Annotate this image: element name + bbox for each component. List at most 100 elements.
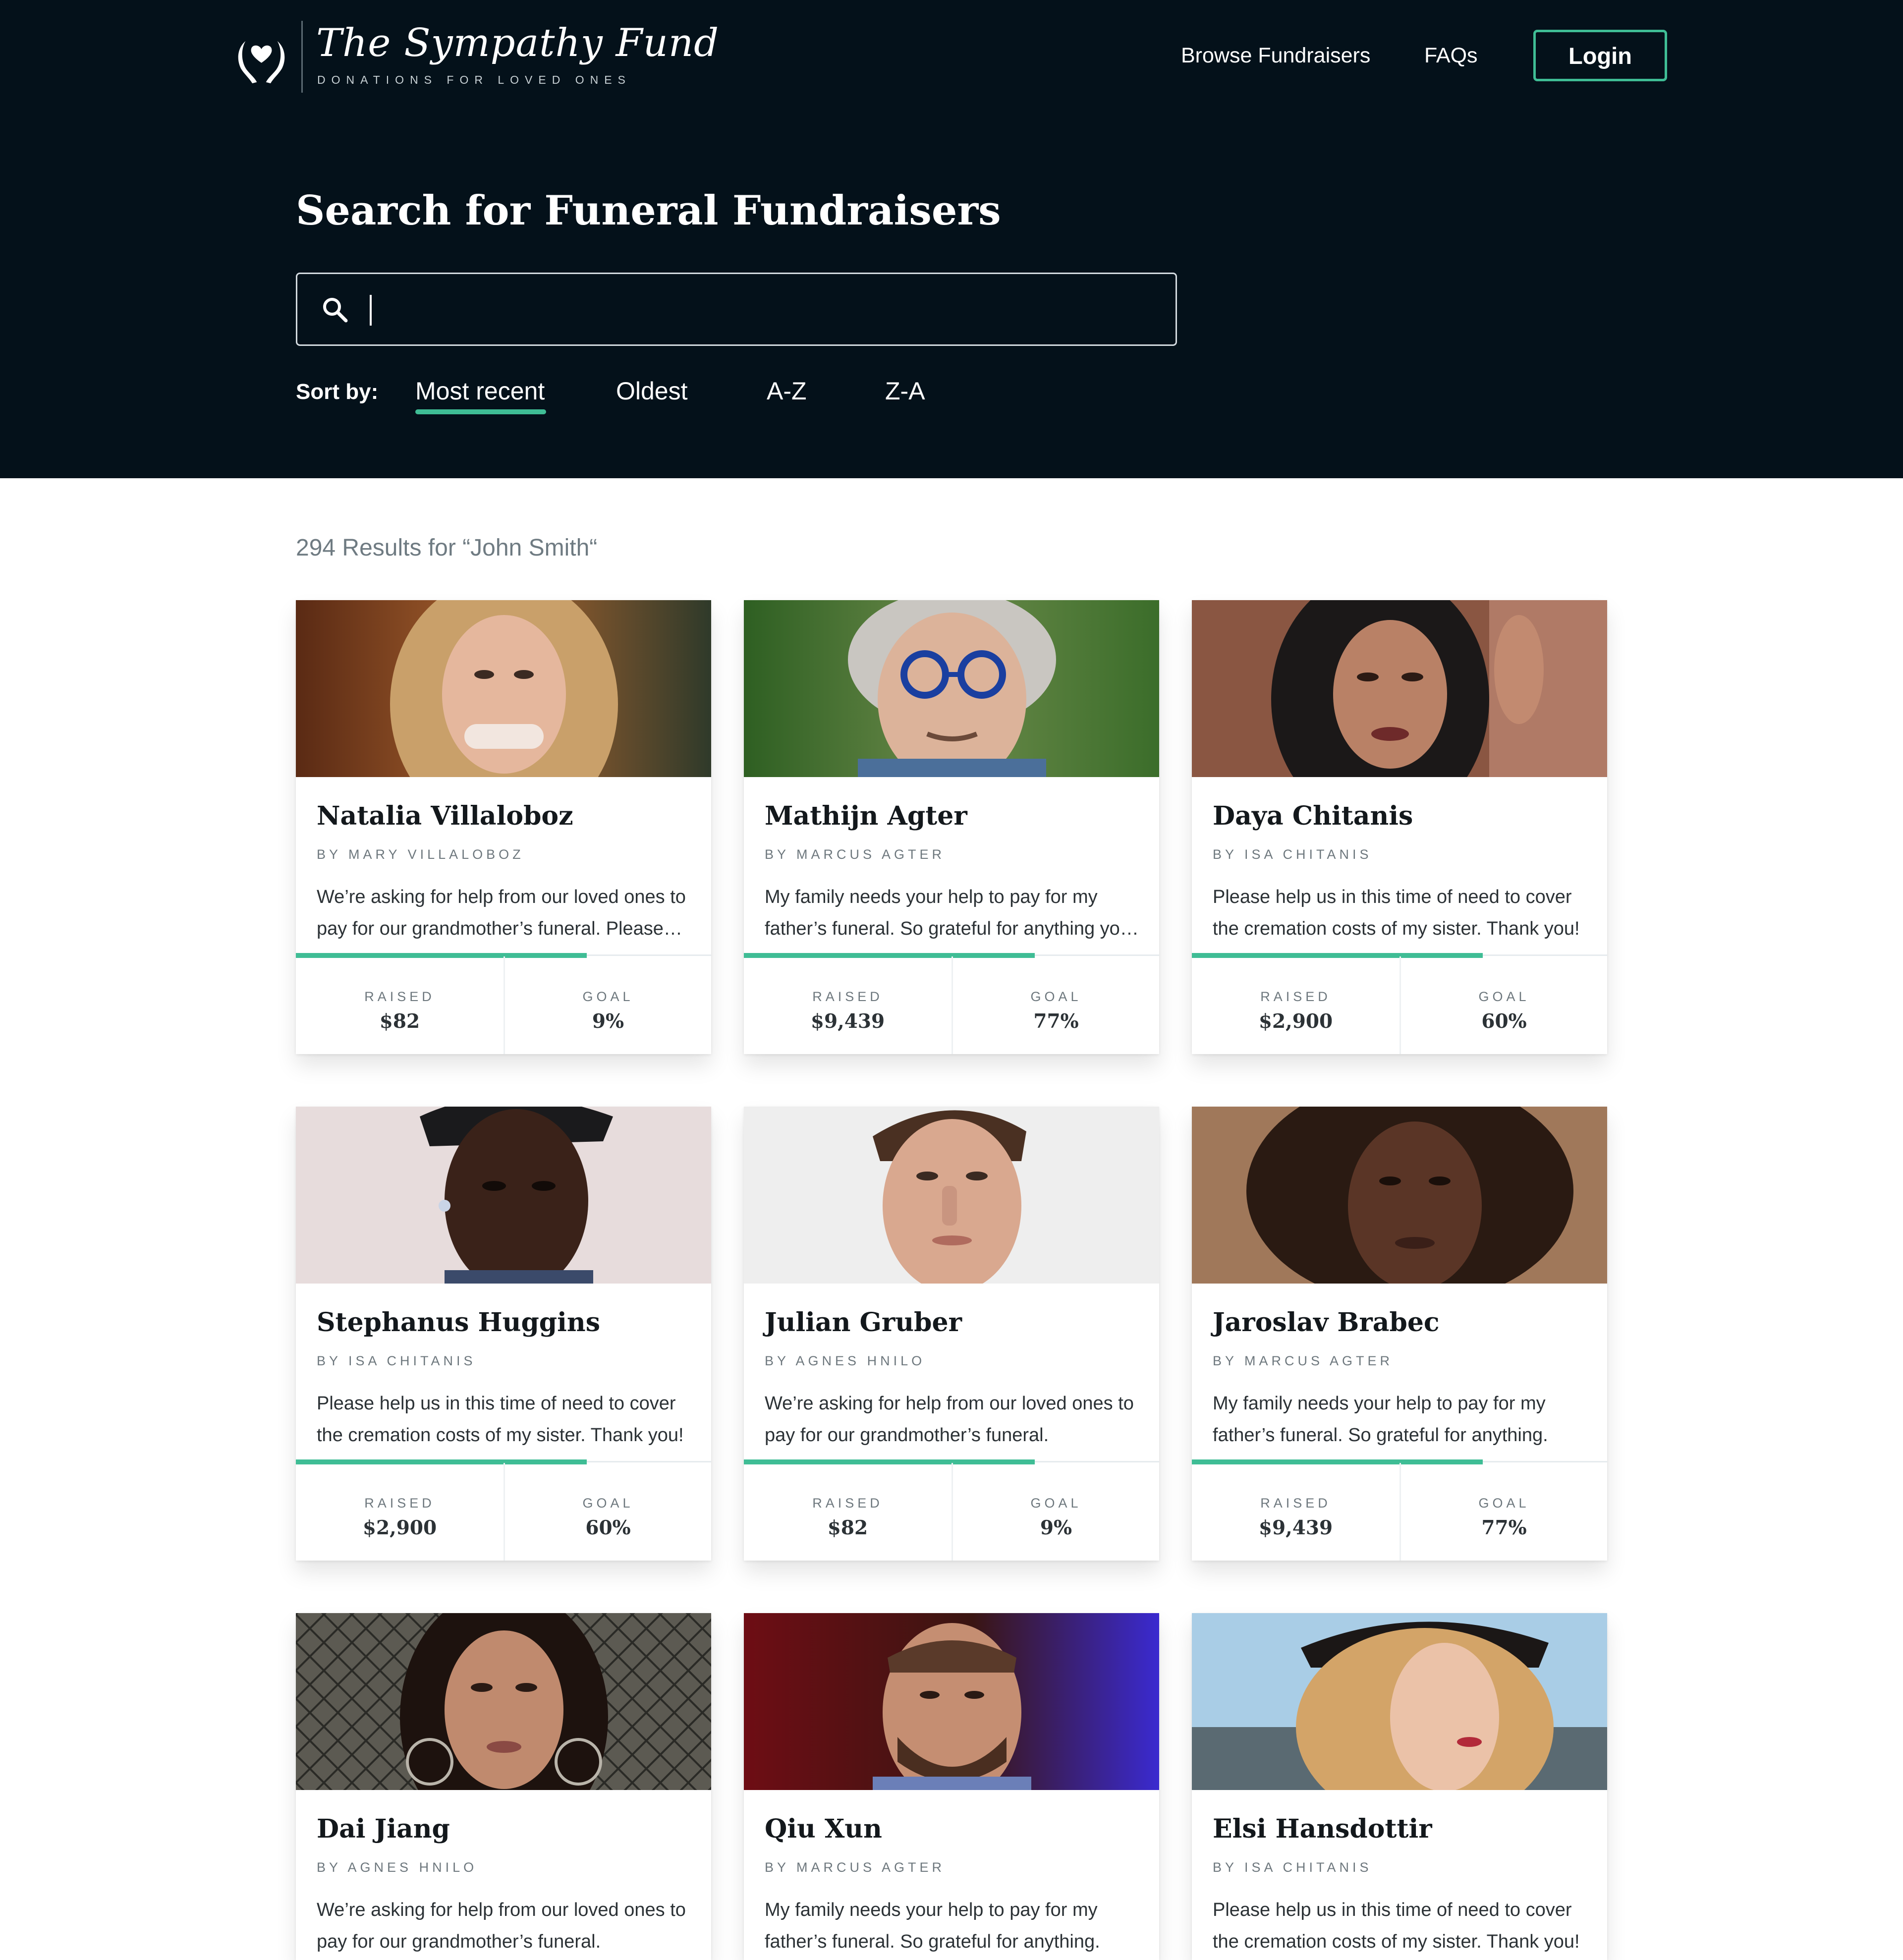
raised-stat: RAISED $82 xyxy=(296,956,504,1054)
sort-oldest[interactable]: Oldest xyxy=(616,377,688,405)
fundraiser-name[interactable]: Mathijn Agter xyxy=(765,801,967,831)
fundraiser-name[interactable]: Daya Chitanis xyxy=(1213,801,1413,831)
raised-label: RAISED xyxy=(364,1496,435,1511)
goal-label: GOAL xyxy=(582,989,634,1004)
raised-value: $9,439 xyxy=(1258,1516,1333,1539)
progress-bar xyxy=(296,1459,711,1464)
fundraiser-photo[interactable] xyxy=(1192,1613,1607,1790)
goal-stat: GOAL 9% xyxy=(952,1463,1159,1561)
fundraiser-description: Please help us in this time of need to c… xyxy=(1213,1900,1580,1952)
logo-divider xyxy=(301,21,303,93)
fundraiser-description: Please help us in this time of need to c… xyxy=(1213,887,1580,939)
progress-bar xyxy=(744,1459,1159,1464)
progress-bar xyxy=(1192,953,1607,958)
goal-value: 77% xyxy=(1481,1516,1527,1539)
raised-stat: RAISED $82 xyxy=(744,1463,952,1561)
raised-stat: RAISED $9,439 xyxy=(744,956,952,1054)
fundraiser-card[interactable]: Julian Gruber BY AGNES HNILO We’re askin… xyxy=(744,1107,1159,1561)
fundraiser-name[interactable]: Dai Jiang xyxy=(317,1814,450,1844)
raised-label: RAISED xyxy=(364,989,435,1004)
fundraiser-card[interactable]: Qiu Xun BY MARCUS AGTER My family needs … xyxy=(744,1613,1159,1960)
fundraiser-stats: RAISED $82 GOAL 9% xyxy=(296,956,711,1054)
raised-label: RAISED xyxy=(812,1496,883,1511)
raised-stat: RAISED $9,439 xyxy=(1192,1463,1399,1561)
raised-stat: RAISED $2,900 xyxy=(1192,956,1399,1054)
page-title: Search for Funeral Fundraisers xyxy=(296,187,1001,234)
fundraiser-organizer: BY MARCUS AGTER xyxy=(1213,1353,1394,1368)
raised-label: RAISED xyxy=(1260,989,1331,1004)
text-caret xyxy=(370,295,372,326)
fundraiser-stats: RAISED $2,900 GOAL 60% xyxy=(296,1463,711,1561)
nav-browse-fundraisers[interactable]: Browse Fundraisers xyxy=(1181,44,1370,68)
fundraiser-name[interactable]: Julian Gruber xyxy=(765,1307,962,1338)
fundraiser-photo[interactable] xyxy=(744,600,1159,777)
fundraiser-stats: RAISED $9,439 GOAL 77% xyxy=(1192,1463,1607,1561)
raised-stat: RAISED $2,900 xyxy=(296,1463,504,1561)
fundraiser-organizer: BY ISA CHITANIS xyxy=(317,1353,476,1368)
search-box[interactable] xyxy=(296,273,1177,346)
fundraiser-organizer: BY MARY VILLALOBOZ xyxy=(317,847,524,862)
fundraiser-stats: RAISED $9,439 GOAL 77% xyxy=(744,956,1159,1054)
goal-value: 9% xyxy=(1040,1516,1072,1539)
fundraiser-name[interactable]: Elsi Hansdottir xyxy=(1213,1814,1432,1844)
fundraiser-card[interactable]: Daya Chitanis BY ISA CHITANIS Please hel… xyxy=(1192,600,1607,1054)
fundraiser-card[interactable]: Dai Jiang BY AGNES HNILO We’re asking fo… xyxy=(296,1613,711,1960)
fundraiser-description: My family needs your help to pay for my … xyxy=(765,1900,1100,1952)
goal-label: GOAL xyxy=(582,1496,634,1511)
fundraiser-card[interactable]: Mathijn Agter BY MARCUS AGTER My family … xyxy=(744,600,1159,1054)
goal-value: 77% xyxy=(1033,1010,1079,1033)
search-icon xyxy=(323,298,348,323)
sort-a-z[interactable]: A-Z xyxy=(767,377,807,405)
fundraiser-organizer: BY MARCUS AGTER xyxy=(765,1860,946,1875)
fundraiser-description: We’re asking for help from our loved one… xyxy=(765,1393,1134,1446)
goal-stat: GOAL 60% xyxy=(504,1463,711,1561)
fundraiser-photo[interactable] xyxy=(744,1107,1159,1284)
brand-logo[interactable]: The Sympathy Fund DONATIONS FOR LOVED ON… xyxy=(233,21,719,93)
raised-label: RAISED xyxy=(812,989,883,1004)
fundraiser-name[interactable]: Jaroslav Brabec xyxy=(1213,1307,1440,1338)
goal-label: GOAL xyxy=(1478,989,1530,1004)
brand-tagline: DONATIONS FOR LOVED ONES xyxy=(317,73,631,86)
fundraiser-description: My family needs your help to pay for my … xyxy=(1213,1393,1548,1446)
raised-value: $2,900 xyxy=(362,1516,437,1539)
sort-active-indicator xyxy=(415,409,546,414)
fundraiser-description: Please help us in this time of need to c… xyxy=(317,1393,684,1446)
fundraiser-stats: RAISED $82 GOAL 9% xyxy=(744,1463,1159,1561)
fundraiser-photo[interactable] xyxy=(296,1613,711,1790)
nav-faqs[interactable]: FAQs xyxy=(1424,44,1478,68)
fundraiser-organizer: BY ISA CHITANIS xyxy=(1213,1860,1372,1875)
sort-label: Sort by: xyxy=(296,380,379,404)
fundraiser-photo[interactable] xyxy=(296,600,711,777)
fundraiser-description: We’re asking for help from our loved one… xyxy=(317,887,686,939)
fundraiser-card[interactable]: Elsi Hansdottir BY ISA CHITANIS Please h… xyxy=(1192,1613,1607,1960)
progress-bar xyxy=(1192,1459,1607,1464)
login-button[interactable]: Login xyxy=(1533,30,1667,81)
header: The Sympathy Fund DONATIONS FOR LOVED ON… xyxy=(0,0,1903,478)
fundraiser-name[interactable]: Natalia Villaloboz xyxy=(317,801,573,831)
goal-stat: GOAL 60% xyxy=(1399,956,1607,1054)
raised-value: $2,900 xyxy=(1258,1010,1333,1033)
goal-stat: GOAL 77% xyxy=(1399,1463,1607,1561)
fundraiser-card[interactable]: Stephanus Huggins BY ISA CHITANIS Please… xyxy=(296,1107,711,1561)
results-summary: 294 Results for “John Smith“ xyxy=(296,535,598,561)
fundraiser-organizer: BY ISA CHITANIS xyxy=(1213,847,1372,862)
goal-value: 60% xyxy=(1481,1010,1527,1033)
fundraiser-organizer: BY AGNES HNILO xyxy=(765,1353,926,1368)
fundraiser-photo[interactable] xyxy=(744,1613,1159,1790)
progress-bar xyxy=(296,953,711,958)
fundraiser-photo[interactable] xyxy=(1192,600,1607,777)
fundraiser-organizer: BY MARCUS AGTER xyxy=(765,847,946,862)
fundraiser-card[interactable]: Jaroslav Brabec BY MARCUS AGTER My famil… xyxy=(1192,1107,1607,1561)
fundraiser-photo[interactable] xyxy=(1192,1107,1607,1284)
fundraiser-name[interactable]: Qiu Xun xyxy=(765,1814,882,1844)
fundraiser-photo[interactable] xyxy=(296,1107,711,1284)
progress-bar xyxy=(744,953,1159,958)
fundraiser-description: My family needs your help to pay for my … xyxy=(765,887,1130,939)
search-input[interactable] xyxy=(367,284,1152,336)
sort-z-a[interactable]: Z-A xyxy=(885,377,925,405)
fundraiser-name[interactable]: Stephanus Huggins xyxy=(317,1307,600,1338)
goal-value: 60% xyxy=(585,1516,631,1539)
sort-most-recent[interactable]: Most recent xyxy=(415,377,545,405)
raised-value: $9,439 xyxy=(810,1010,885,1033)
fundraiser-card[interactable]: Natalia Villaloboz BY MARY VILLALOBOZ We… xyxy=(296,600,711,1054)
